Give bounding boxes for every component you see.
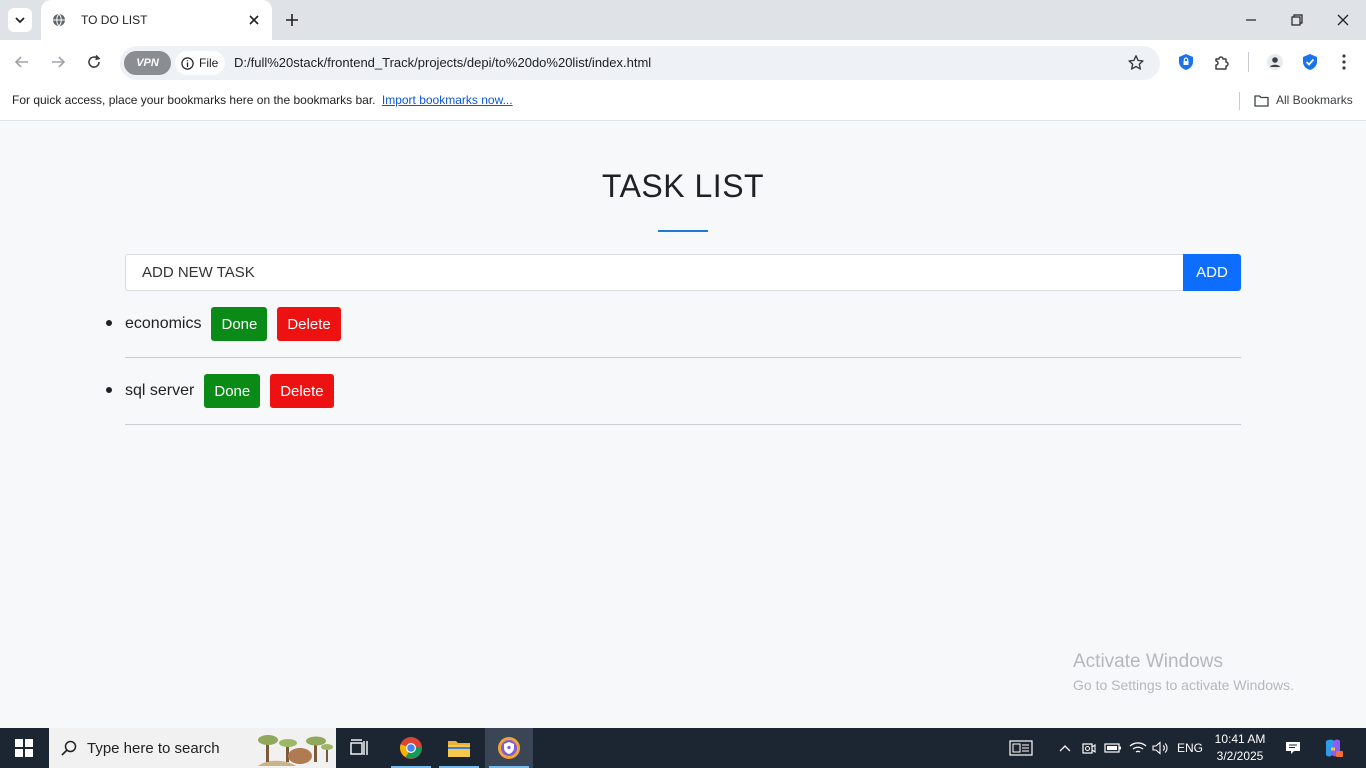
bookmarks-hint: For quick access, place your bookmarks h… [12,93,513,107]
windows-logo-icon [15,739,33,757]
task-view-button[interactable] [336,728,384,768]
tab-title: TO DO LIST [81,13,148,27]
back-button[interactable] [11,51,33,73]
language-indicator[interactable]: ENG [1174,728,1206,768]
taskbar-search-box[interactable]: Type here to search [49,728,336,768]
arrow-left-icon [14,56,28,68]
wifi-icon[interactable] [1127,728,1149,768]
globe-icon [51,12,67,28]
list-bullet [106,320,112,326]
close-tab-icon[interactable] [246,12,262,28]
url-text[interactable]: D:/full%20stack/frontend_Track/projects/… [234,55,651,70]
search-highlight-illustration [258,735,333,766]
task-divider [125,424,1241,425]
arrow-right-icon [52,56,66,68]
clock-time: 10:41 AM [1214,732,1266,746]
add-task-button[interactable]: ADD [1183,254,1241,291]
camera-tray-icon[interactable] [1079,728,1099,768]
page-title: TASK LIST [601,168,765,204]
done-button[interactable]: Done [204,374,261,408]
news-widget-icon[interactable] [1006,728,1036,768]
clock-date: 3/2/2025 [1216,749,1264,763]
forward-button[interactable] [47,51,69,73]
tab-strip: TO DO LIST [0,0,1366,40]
copilot-icon[interactable] [1320,728,1346,768]
chevron-up-icon [1059,745,1071,752]
language-label: ENG [1176,741,1203,755]
task-name: economics [125,315,202,332]
close-window-button[interactable] [1320,0,1366,40]
tab-search-button[interactable] [8,8,32,32]
bookmarks-bar: For quick access, place your bookmarks h… [0,84,1366,121]
vpn-label: VPN [136,57,159,69]
folder-icon [1254,94,1269,107]
activate-windows-watermark: Activate Windows Go to Settings to activ… [1073,651,1294,693]
folder-icon [448,741,470,757]
active-tab[interactable]: TO DO LIST [41,0,272,40]
reload-button[interactable] [83,51,105,73]
info-icon [181,56,194,70]
restore-icon [1291,14,1303,26]
start-button[interactable] [0,728,48,768]
search-icon [59,738,79,758]
file-label: File [199,56,219,70]
chrome-taskbar-app[interactable] [387,728,435,768]
vpn-browser-taskbar-app[interactable] [485,728,533,768]
windows-taskbar: Type here to search ENG 10:41 AM 3/2/202… [0,728,1366,768]
security-extension-icon[interactable] [1299,51,1321,73]
close-icon [1337,14,1349,26]
new-task-input[interactable] [125,254,1184,291]
page-content: TASK LIST ADD economics Done Delete sql … [0,121,1366,728]
delete-button[interactable]: Delete [277,307,341,341]
all-bookmarks-button[interactable]: All Bookmarks [1254,93,1353,107]
system-clock[interactable]: 10:41 AM 3/2/2025 [1208,731,1272,765]
plus-icon [286,14,298,26]
watermark-subtitle: Go to Settings to activate Windows. [1073,677,1294,693]
toolbar-divider [1248,52,1249,72]
site-info-chip[interactable]: File [175,51,225,75]
show-hidden-icons-button[interactable] [1055,728,1075,768]
list-bullet [106,387,112,393]
task-row: economics Done Delete [125,307,341,341]
address-bar[interactable]: VPN File D:/full%20stack/frontend_Track/… [120,46,1160,80]
extensions-icon[interactable] [1211,51,1233,73]
import-bookmarks-link[interactable]: Import bookmarks now... [382,93,513,107]
vpn-browser-icon [498,737,520,759]
bookmarks-divider [1239,92,1240,110]
vpn-button[interactable]: VPN [124,51,171,75]
task-view-icon [350,739,368,755]
search-placeholder: Type here to search [87,739,220,757]
task-name: sql server [125,382,195,399]
task-item: economics Done Delete [0,291,1366,358]
volume-icon[interactable] [1150,728,1172,768]
notifications-icon[interactable] [1282,728,1304,768]
restore-button[interactable] [1274,0,1320,40]
minimize-icon [1246,19,1256,21]
battery-icon[interactable] [1102,728,1124,768]
new-tab-button[interactable] [282,10,302,30]
browser-toolbar: VPN File D:/full%20stack/frontend_Track/… [0,40,1366,84]
task-row: sql server Done Delete [125,374,334,408]
bookmarks-hint-text: For quick access, place your bookmarks h… [12,93,376,107]
chevron-down-icon [15,17,25,24]
title-underline [658,230,708,232]
all-bookmarks-label: All Bookmarks [1276,93,1353,107]
menu-kebab-icon[interactable] [1333,51,1355,73]
bookmark-star-icon[interactable] [1126,53,1146,73]
done-button[interactable]: Done [211,307,268,341]
minimize-button[interactable] [1228,0,1274,40]
profile-avatar-icon[interactable] [1264,51,1286,73]
privacy-shield-icon[interactable] [1175,51,1197,73]
delete-button[interactable]: Delete [270,374,334,408]
file-explorer-taskbar-app[interactable] [435,728,483,768]
chrome-icon [399,737,422,759]
reload-icon [88,54,101,68]
watermark-title: Activate Windows [1073,651,1223,672]
task-item: sql server Done Delete [0,358,1366,425]
